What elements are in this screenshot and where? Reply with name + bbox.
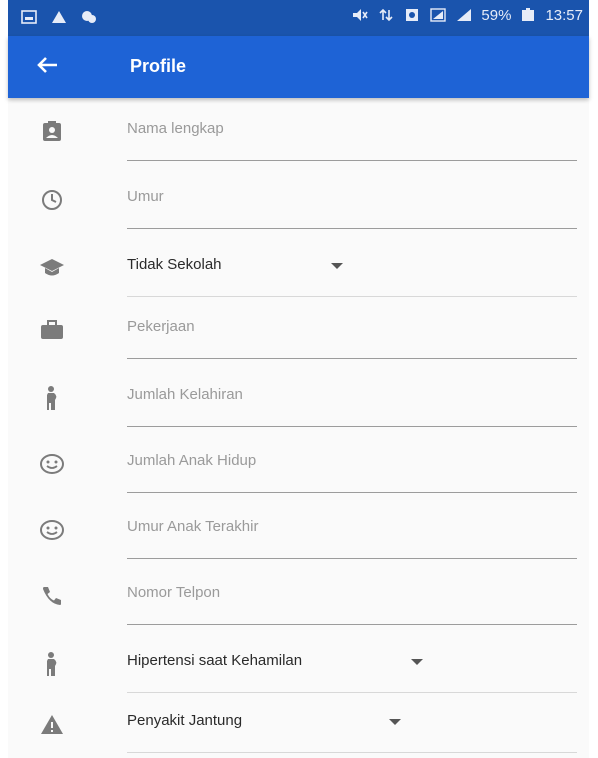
umur-anak-terakhir-input[interactable]: Umur Anak Terakhir [127,498,577,559]
dropdown-caret-icon [331,263,343,269]
battery-percent: 59% [481,6,512,24]
pekerjaan-input[interactable]: Pekerjaan [127,298,577,359]
clock-icon [38,186,66,214]
status-bar: 59% 13:57 [8,0,589,36]
pekerjaan-placeholder: Pekerjaan [127,318,195,335]
pendidikan-dropdown[interactable]: Tidak Sekolah [127,236,577,297]
data-arrows-icon [377,6,395,24]
sim-icon [403,6,421,24]
smiley-face-icon [38,516,66,544]
row-hipertensi: Hipertensi saat Kehamilan [8,632,589,698]
jumlah-anak-hidup-input[interactable]: Jumlah Anak Hidup [127,432,577,493]
app-notification-icon [80,8,98,26]
row-jumlah-kelahiran: Jumlah Kelahiran [8,366,589,432]
back-button[interactable] [30,50,64,84]
graduation-cap-icon [38,254,66,282]
nomor-telpon-placeholder: Nomor Telpon [127,584,221,601]
signal-icon-1 [429,6,447,24]
row-pekerjaan: Pekerjaan [8,298,589,364]
jumlah-anak-hidup-placeholder: Jumlah Anak Hidup [127,452,257,469]
jumlah-kelahiran-input[interactable]: Jumlah Kelahiran [127,366,577,427]
row-pendidikan: Tidak Sekolah [8,236,589,302]
hipertensi-dropdown[interactable]: Hipertensi saat Kehamilan [127,632,577,693]
app-screen: 59% 13:57 Profile Nama lengkap Umur Tida… [8,0,589,758]
gallery-notification-icon [20,8,38,26]
briefcase-icon [38,316,66,344]
row-nomor-telpon: Nomor Telpon [8,564,589,630]
warning-icon [38,710,66,738]
row-penyakit-jantung: Penyakit Jantung [8,692,589,758]
pregnant-woman-icon [38,384,66,412]
penyakit-jantung-dropdown[interactable]: Penyakit Jantung [127,692,577,753]
page-title: Profile [130,56,187,76]
pregnant-woman-icon [38,650,66,678]
hipertensi-value: Hipertensi saat Kehamilan [127,652,303,669]
smiley-face-icon [38,450,66,478]
umur-anak-terakhir-placeholder: Umur Anak Terakhir [127,518,259,535]
arrow-left-icon [36,56,58,79]
battery-icon [519,6,537,24]
mute-icon [351,6,369,24]
nomor-telpon-input[interactable]: Nomor Telpon [127,564,577,625]
nama-lengkap-placeholder: Nama lengkap [127,120,224,137]
umur-input[interactable]: Umur [127,168,577,229]
row-umur: Umur [8,168,589,234]
warning-notification-icon [50,8,68,26]
jumlah-kelahiran-placeholder: Jumlah Kelahiran [127,386,243,403]
clock-time: 13:57 [545,6,583,24]
signal-icon-2 [455,6,473,24]
pendidikan-value: Tidak Sekolah [127,256,222,273]
phone-icon [38,582,66,610]
penyakit-jantung-value: Penyakit Jantung [127,712,243,729]
umur-placeholder: Umur [127,188,164,205]
dropdown-caret-icon [389,719,401,725]
nama-lengkap-input[interactable]: Nama lengkap [127,100,577,161]
row-umur-anak-terakhir: Umur Anak Terakhir [8,498,589,564]
row-jumlah-anak-hidup: Jumlah Anak Hidup [8,432,589,498]
dropdown-caret-icon [411,659,423,665]
row-nama-lengkap: Nama lengkap [8,100,589,166]
app-bar: Profile [8,36,589,98]
contact-card-icon [38,118,66,146]
